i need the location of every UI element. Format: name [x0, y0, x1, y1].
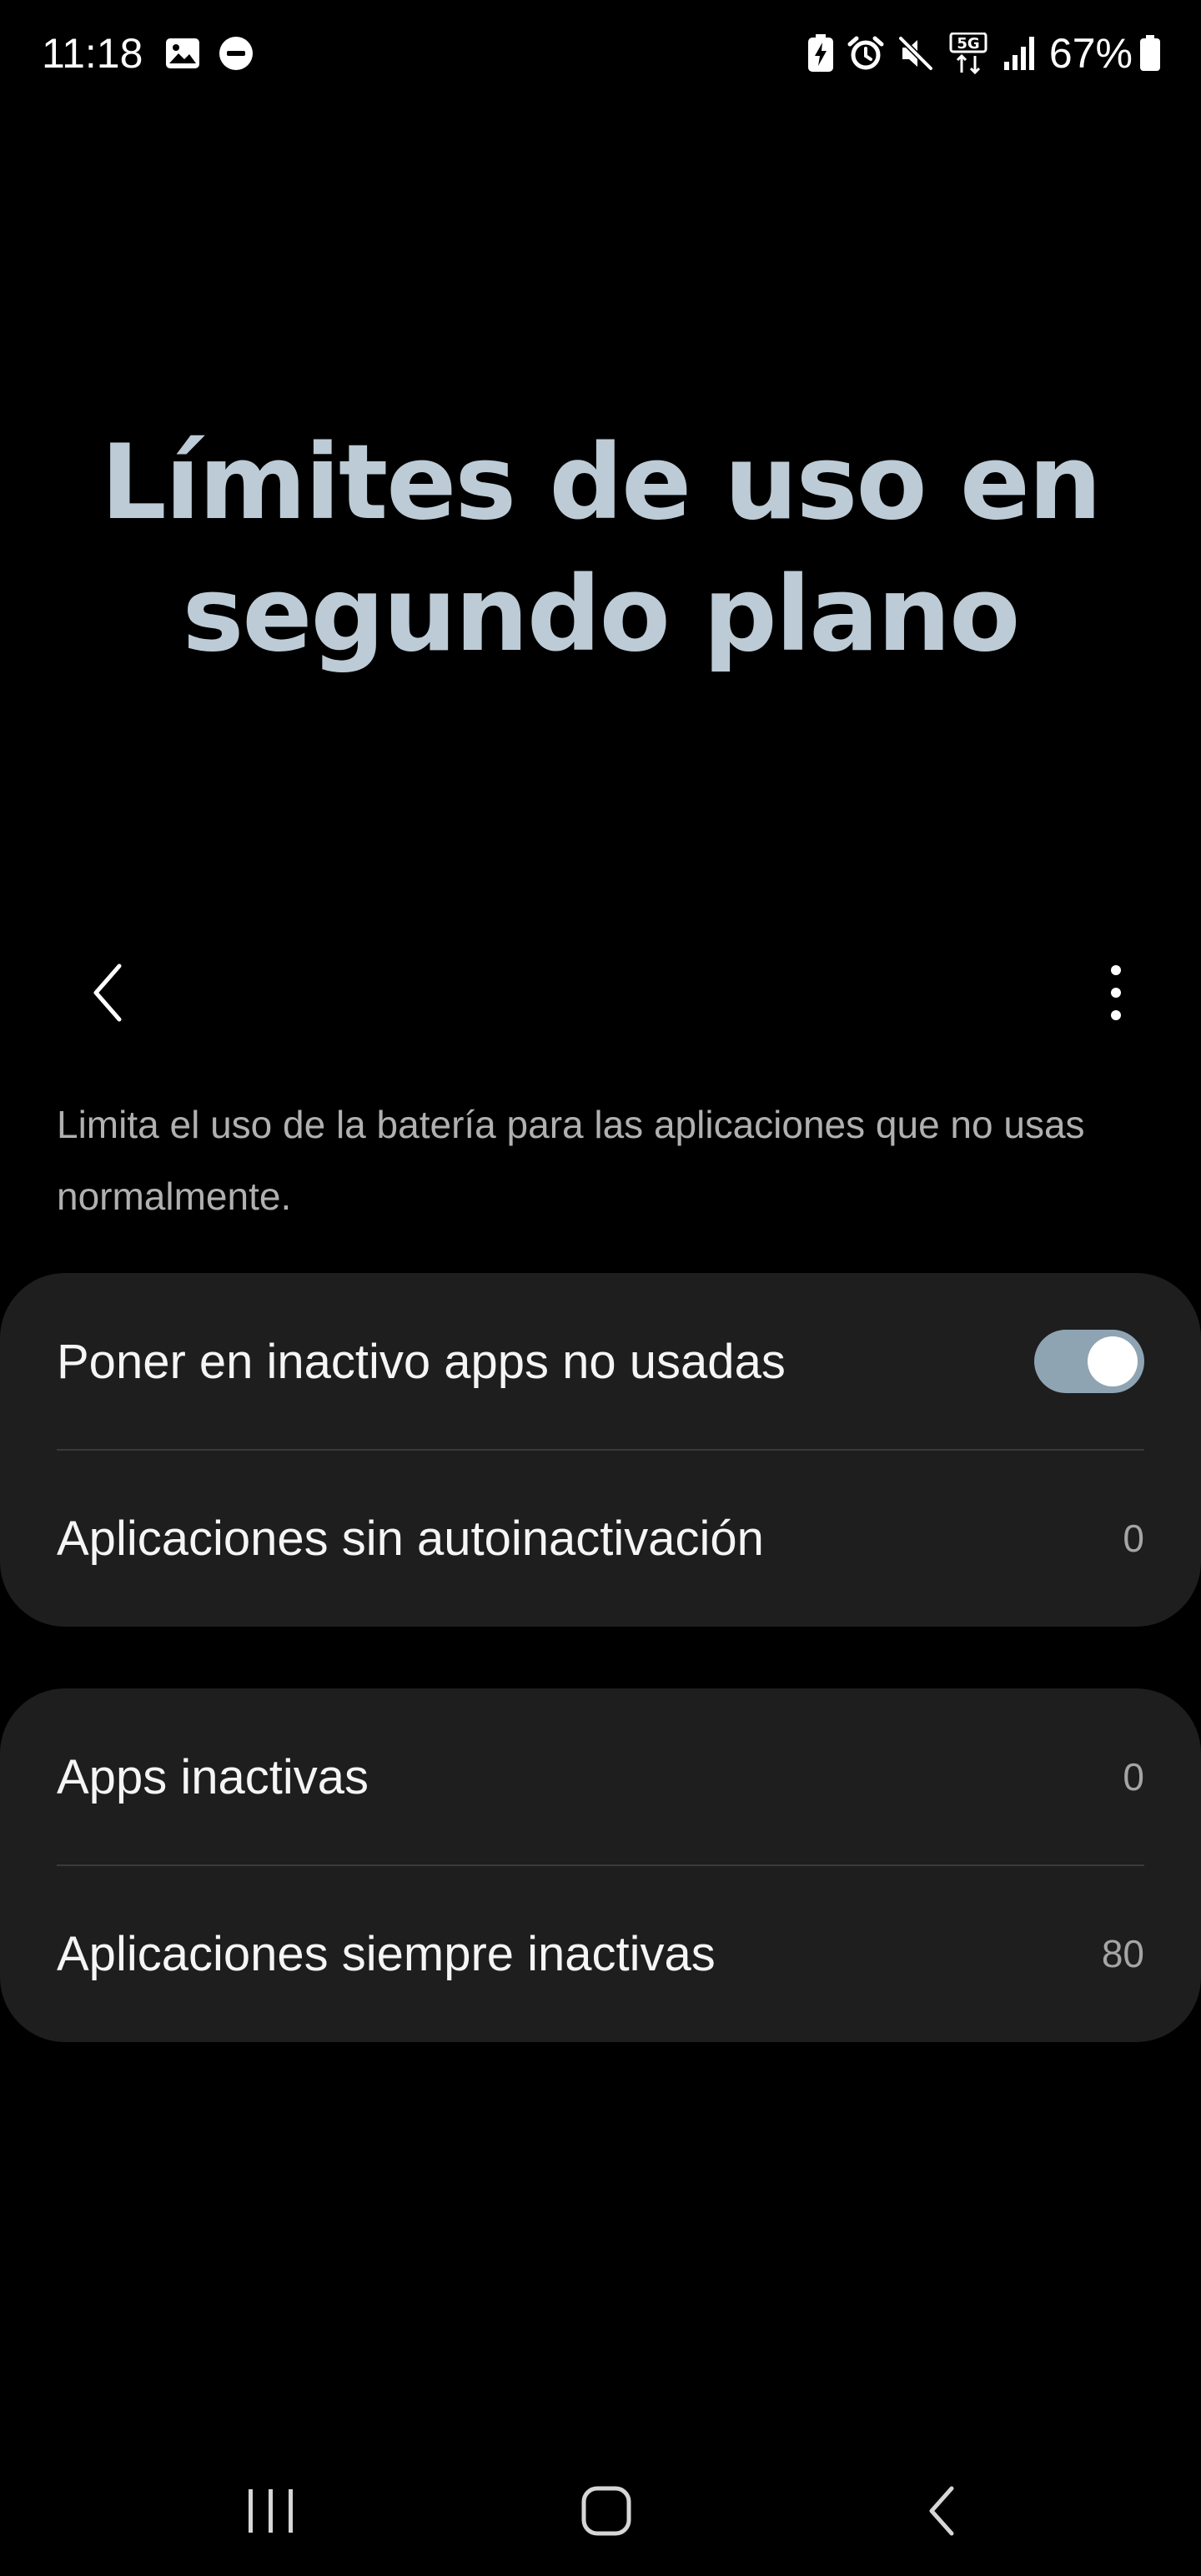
settings-card-auto-sleep: Poner en inactivo apps no usadas Aplicac…: [0, 1273, 1201, 1627]
do-not-disturb-icon: [218, 35, 254, 72]
status-bar: 11:18 5G 67%: [0, 0, 1201, 108]
sleeping-apps-row[interactable]: Apps inactivas 0: [57, 1688, 1144, 1865]
page-title-line-1: Límites de uso en: [100, 423, 1102, 543]
status-left: 11:18: [42, 25, 271, 82]
home-button[interactable]: [560, 2473, 652, 2548]
chevron-left-icon: [93, 963, 122, 1022]
svg-text:5G: 5G: [957, 35, 979, 53]
back-button[interactable]: [75, 959, 142, 1026]
sleeping-apps-label: Apps inactivas: [57, 1749, 369, 1804]
recents-icon: [249, 2489, 293, 2533]
put-unused-apps-to-sleep-label: Poner en inactivo apps no usadas: [57, 1334, 786, 1389]
battery-icon: [1139, 35, 1161, 72]
status-right: 5G 67%: [807, 25, 1161, 82]
never-auto-sleeping-apps-count: 0: [1123, 1517, 1144, 1560]
deep-sleeping-apps-row[interactable]: Aplicaciones siempre inactivas 80: [57, 1865, 1144, 2042]
battery-saver-icon: [807, 34, 834, 73]
page-description: Limita el uso de la batería para las apl…: [57, 1103, 1085, 1218]
battery-percentage: 67%: [1048, 30, 1133, 77]
gallery-icon: [164, 35, 201, 72]
signal-icon: [1003, 35, 1036, 72]
more-vertical-icon: [1111, 965, 1121, 1020]
put-unused-apps-to-sleep-row[interactable]: Poner en inactivo apps no usadas: [57, 1273, 1144, 1450]
nav-back-button[interactable]: [897, 2473, 988, 2548]
mute-icon: [897, 35, 934, 72]
home-icon: [581, 2486, 631, 2536]
5g-icon: 5G: [947, 33, 989, 74]
deep-sleeping-apps-label: Aplicaciones siempre inactivas: [57, 1926, 716, 1981]
navigation-bar: [0, 2453, 1201, 2561]
never-auto-sleeping-apps-row[interactable]: Aplicaciones sin autoinactivación 0: [57, 1450, 1144, 1627]
settings-card-sleeping-apps: Apps inactivas 0 Aplicaciones siempre in…: [0, 1688, 1201, 2042]
status-time: 11:18: [42, 30, 143, 77]
never-auto-sleeping-apps-label: Aplicaciones sin autoinactivación: [57, 1511, 764, 1566]
recents-button[interactable]: [225, 2473, 317, 2548]
more-options-button[interactable]: [1083, 959, 1149, 1026]
toolbar: [0, 943, 1201, 1034]
page-title-line-2: segundo plano: [182, 555, 1021, 675]
page-title: Límites de uso en segundo plano: [0, 417, 1201, 681]
alarm-icon: [847, 35, 884, 72]
sleeping-apps-count: 0: [1123, 1755, 1144, 1799]
back-arrow-icon: [929, 2486, 954, 2536]
put-unused-apps-to-sleep-toggle[interactable]: [1034, 1330, 1144, 1393]
deep-sleeping-apps-count: 80: [1101, 1932, 1144, 1975]
toggle-knob: [1088, 1336, 1138, 1386]
